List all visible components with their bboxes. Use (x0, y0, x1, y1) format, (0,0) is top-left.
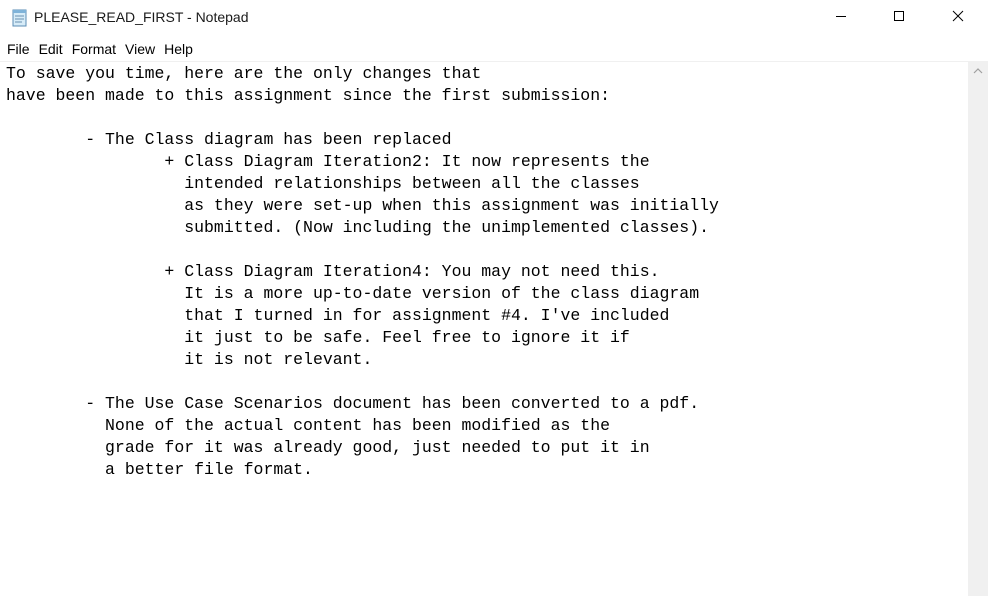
menu-edit[interactable]: Edit (36, 38, 67, 60)
editor-line: as they were set-up when this assignment… (6, 196, 719, 215)
editor-content[interactable]: To save you time, here are the only chan… (6, 63, 719, 481)
menu-file[interactable]: File (4, 38, 34, 60)
maximize-icon (893, 9, 905, 27)
editor-line: submitted. (Now including the unimplemen… (6, 218, 710, 237)
editor-line: grade for it was already good, just need… (6, 438, 650, 457)
menu-format[interactable]: Format (69, 38, 120, 60)
editor-line: - The Class diagram has been replaced (6, 130, 452, 149)
vertical-scrollbar[interactable] (968, 61, 988, 596)
scroll-up-arrow-icon (973, 62, 983, 80)
editor-line: a better file format. (6, 460, 313, 479)
editor-line: + Class Diagram Iteration4: You may not … (6, 262, 660, 281)
minimize-icon (835, 9, 847, 27)
minimize-button[interactable] (812, 0, 870, 36)
close-button[interactable] (929, 0, 987, 36)
title-bar[interactable]: PLEASE_READ_FIRST - Notepad (0, 0, 988, 36)
maximize-button[interactable] (870, 0, 928, 36)
notepad-icon (10, 8, 29, 27)
editor-line: To save you time, here are the only chan… (6, 64, 482, 83)
menu-bar: File Edit Format View Help (0, 38, 199, 60)
editor-line: it just to be safe. Feel free to ignore … (6, 328, 630, 347)
editor-line: intended relationships between all the c… (6, 174, 640, 193)
text-editor[interactable]: To save you time, here are the only chan… (0, 61, 968, 596)
menu-help[interactable]: Help (161, 38, 197, 60)
editor-line: None of the actual content has been modi… (6, 416, 610, 435)
editor-line: have been made to this assignment since … (6, 86, 610, 105)
editor-line: It is a more up-to-date version of the c… (6, 284, 700, 303)
close-icon (952, 9, 964, 27)
editor-line: - The Use Case Scenarios document has be… (6, 394, 700, 413)
editor-line: it is not relevant. (6, 350, 373, 369)
notepad-window: PLEASE_READ_FIRST - Notepad File Edit Fo… (0, 0, 988, 596)
menu-view[interactable]: View (122, 38, 159, 60)
editor-line: that I turned in for assignment #4. I've… (6, 306, 670, 325)
window-title: PLEASE_READ_FIRST - Notepad (34, 9, 249, 25)
scroll-up-button[interactable] (968, 61, 988, 81)
editor-line: + Class Diagram Iteration2: It now repre… (6, 152, 650, 171)
